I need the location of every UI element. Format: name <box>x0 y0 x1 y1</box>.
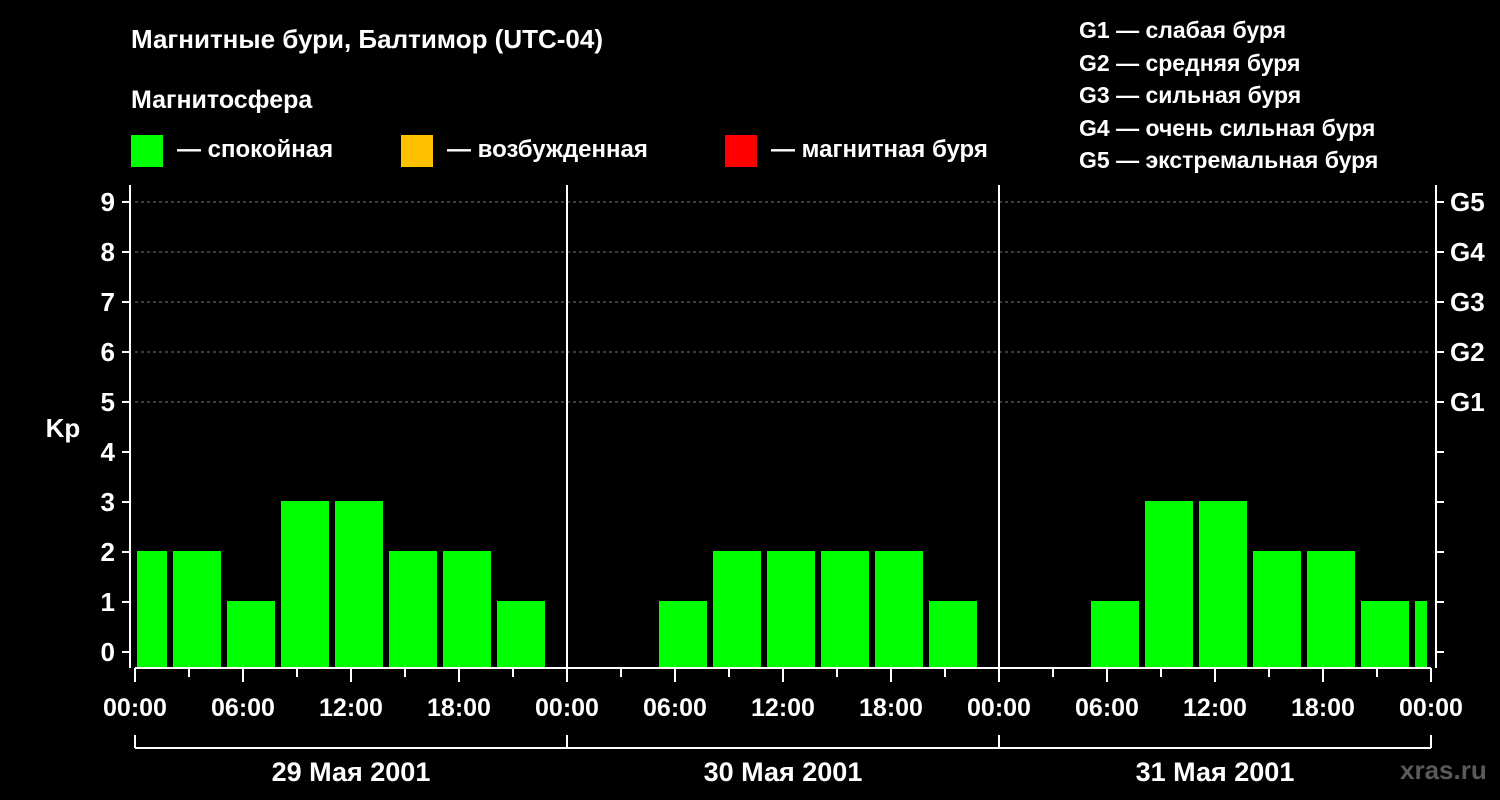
kp-bar <box>1091 601 1139 668</box>
kp-bar <box>1361 601 1409 668</box>
y-tick-label: 2 <box>101 537 115 567</box>
g-tick-label: G4 <box>1450 237 1485 267</box>
bars <box>137 501 1427 668</box>
x-tick-label: 06:00 <box>211 694 275 722</box>
x-tick-label: 12:00 <box>319 694 383 722</box>
x-tick-label: 00:00 <box>535 694 599 722</box>
kp-bar <box>1307 551 1355 668</box>
kp-bar <box>281 501 329 668</box>
kp-bar <box>1415 601 1427 668</box>
g-tick-label: G1 <box>1450 387 1485 417</box>
watermark: xras.ru <box>1400 755 1487 785</box>
kp-bar <box>929 601 977 668</box>
kp-bar <box>1145 501 1193 668</box>
kp-bar <box>1199 501 1247 668</box>
x-tick-label: 00:00 <box>103 694 167 722</box>
g-tick-label: G3 <box>1450 287 1485 317</box>
y-tick-label: 8 <box>101 237 115 267</box>
kp-bar <box>713 551 761 668</box>
y-axis-label: Kp <box>46 413 81 443</box>
y-tick-label: 3 <box>101 487 115 517</box>
day-label: 30 Мая 2001 <box>704 757 863 787</box>
kp-bar <box>497 601 545 668</box>
y-tick-label: 5 <box>101 387 115 417</box>
grid-lines <box>135 201 1431 403</box>
y-tick-label: 0 <box>101 637 115 667</box>
y-tick-label: 7 <box>101 287 115 317</box>
y-tick-label: 1 <box>101 587 115 617</box>
kp-bar <box>875 551 923 668</box>
x-tick-label: 12:00 <box>1183 694 1247 722</box>
x-tick-label: 18:00 <box>1291 694 1355 722</box>
kp-bar-chart: 0 1 2 3 4 5 6 7 8 9 G1 G2 G3 G4 G5 00:00 06:00 12:00 18:00… <box>46 185 1485 787</box>
kp-bar <box>227 601 275 668</box>
day-label: 31 Мая 2001 <box>1136 757 1295 787</box>
kp-bar <box>1253 551 1301 668</box>
x-tick-label: 00:00 <box>967 694 1031 722</box>
x-tick-label: 18:00 <box>427 694 491 722</box>
x-tick-label: 06:00 <box>643 694 707 722</box>
kp-bar <box>443 551 491 668</box>
x-tick-label: 18:00 <box>859 694 923 722</box>
axes: 0 1 2 3 4 5 6 7 8 9 G1 G2 G3 G4 G5 00:00 06:00 12:00 18:00… <box>101 185 1485 787</box>
x-tick-label: 12:00 <box>751 694 815 722</box>
kp-bar <box>821 551 869 668</box>
y-tick-label: 6 <box>101 337 115 367</box>
kp-bar <box>335 501 383 668</box>
g-tick-label: G2 <box>1450 337 1485 367</box>
kp-bar <box>389 551 437 668</box>
x-tick-label: 06:00 <box>1075 694 1139 722</box>
day-label: 29 Мая 2001 <box>272 757 431 787</box>
kp-bar <box>767 551 815 668</box>
y-tick-label: 9 <box>101 187 115 217</box>
kp-bar <box>659 601 707 668</box>
x-tick-label: 00:00 <box>1399 694 1463 722</box>
y-tick-label: 4 <box>101 437 116 467</box>
kp-bar <box>173 551 221 668</box>
g-tick-label: G5 <box>1450 187 1485 217</box>
kp-bar <box>137 551 167 668</box>
